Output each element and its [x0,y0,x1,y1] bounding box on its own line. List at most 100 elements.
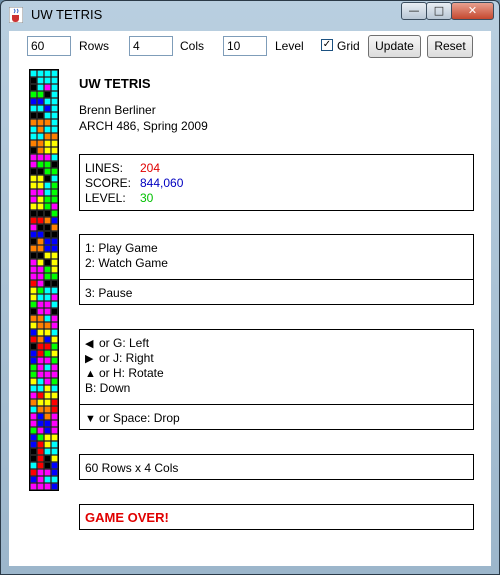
board-cell [51,336,58,343]
board-cell [51,350,58,357]
board-size-text: 60 Rows x 4 Cols [85,461,179,475]
level-input[interactable] [223,36,267,56]
board-cell [37,350,44,357]
board-cell [30,301,37,308]
board-cell [51,259,58,266]
board-cell [44,385,51,392]
level-stat-value: 30 [140,191,154,205]
left-control-label: or G: Left [99,336,150,350]
level-label: Level [275,39,304,53]
board-cell [44,98,51,105]
board-cell [30,469,37,476]
board-cell [37,280,44,287]
board-cell [37,322,44,329]
board-cell [37,112,44,119]
board-cell [44,420,51,427]
reset-button[interactable]: Reset [427,35,473,58]
board-cell [30,308,37,315]
board-cell [44,273,51,280]
board-cell [37,308,44,315]
board-cell [30,329,37,336]
board-cell [51,343,58,350]
board-cell [37,252,44,259]
board-cell [37,182,44,189]
update-button[interactable]: Update [368,35,421,58]
board-cell [30,336,37,343]
tetris-board[interactable] [29,69,59,491]
board-cell [44,203,51,210]
play-game-option[interactable]: 1: Play Game [85,241,158,255]
board-cell [51,301,58,308]
score-value: 844,060 [140,176,184,190]
board-cell [37,434,44,441]
board-cell [37,294,44,301]
board-cell [44,175,51,182]
board-cell [51,280,58,287]
app-heading: UW TETRIS [79,76,151,91]
maximize-button[interactable]: □ [426,2,452,20]
board-cell [44,91,51,98]
watch-game-option[interactable]: 2: Watch Game [85,256,168,270]
board-cell [37,203,44,210]
board-cell [44,392,51,399]
board-cell [44,371,51,378]
board-cell [51,196,58,203]
board-cell [44,147,51,154]
board-cell [37,329,44,336]
left-arrow-icon: ◀ [85,338,94,350]
board-cell [51,371,58,378]
pause-option[interactable]: 3: Pause [85,286,132,300]
board-cell [37,133,44,140]
minimize-button[interactable]: — [401,2,427,20]
controls-panel: ◀ or G: Left ▶ or J: Right ▲ or H: Rotate B… [79,329,474,430]
stats-panel: LINES: 204 SCORE: 844,060 LEVEL: 30 [79,154,474,211]
board-cell [44,70,51,77]
rotate-control: ▲ or H: Rotate [85,366,164,380]
grid-label: Grid [337,39,360,53]
drop-control: ▼ or Space: Drop [85,411,180,425]
board-cell [44,259,51,266]
board-cell [37,140,44,147]
board-cell [51,119,58,126]
board-cell [51,392,58,399]
board-cell [30,112,37,119]
board-cell [51,322,58,329]
board-cell [51,378,58,385]
grid-checkbox[interactable]: ✓ [321,39,333,51]
board-cell [51,126,58,133]
board-cell [30,455,37,462]
board-cell [44,308,51,315]
board-cell [37,189,44,196]
board-cell [51,224,58,231]
board-cell [37,483,44,490]
board-cell [44,266,51,273]
board-cell [30,434,37,441]
close-button[interactable]: ✕ [451,2,494,20]
board-cell [44,427,51,434]
board-cell [30,371,37,378]
board-cell [44,364,51,371]
title-bar[interactable]: UW TETRIS — □ ✕ [1,1,499,29]
board-cell [44,126,51,133]
board-cell [30,91,37,98]
board-cell [44,469,51,476]
board-cell [37,385,44,392]
board-cell [44,343,51,350]
board-cell [51,476,58,483]
board-cell [30,210,37,217]
board-cell [30,350,37,357]
java-cup-icon [9,7,23,23]
board-cell [44,476,51,483]
level-stat-label: LEVEL: [85,191,126,205]
board-cell [44,350,51,357]
board-cell [37,224,44,231]
board-cell [51,203,58,210]
cols-input[interactable] [129,36,173,56]
board-cell [44,231,51,238]
board-cell [37,315,44,322]
board-cell [37,371,44,378]
board-cell [44,168,51,175]
rows-input[interactable] [27,36,71,56]
board-cell [37,448,44,455]
toolbar: Rows Cols Level ✓ Grid Update Reset [9,31,491,61]
